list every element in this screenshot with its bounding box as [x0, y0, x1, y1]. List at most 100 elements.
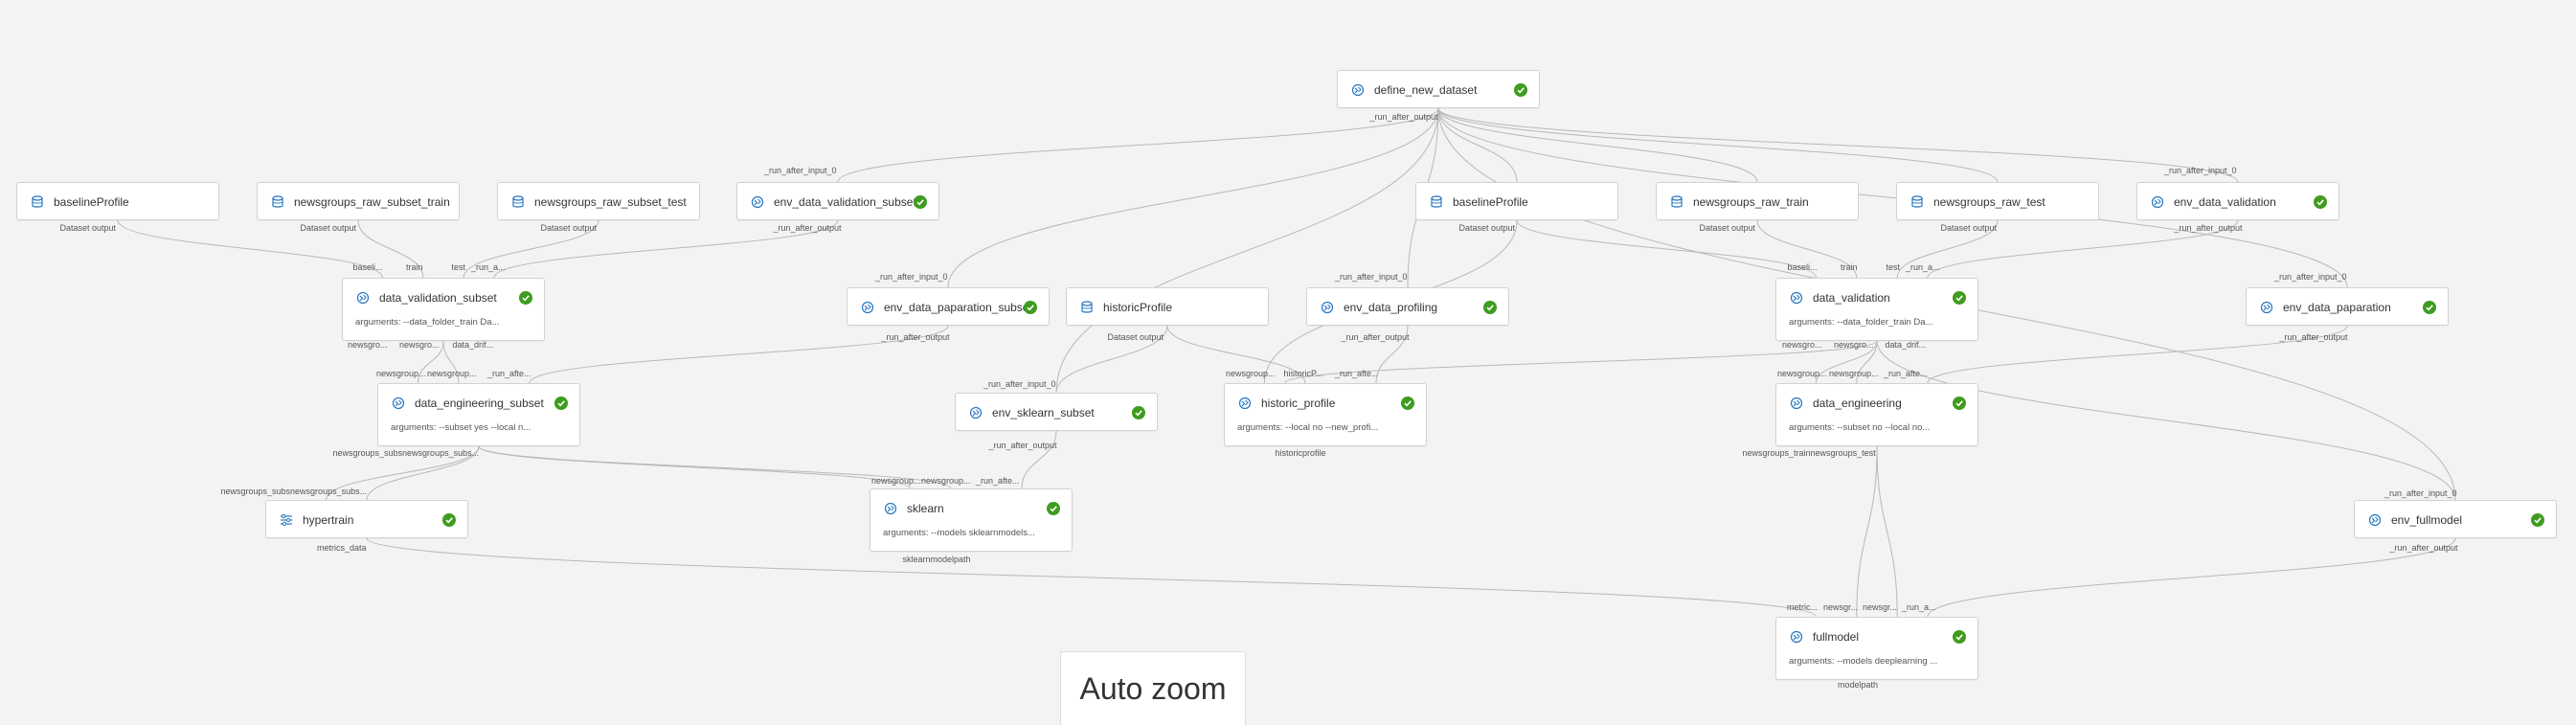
- node-env-data-profiling[interactable]: env_data_profiling: [1306, 287, 1509, 326]
- port-label: newsgro...: [1782, 340, 1822, 350]
- node-hypertrain[interactable]: hypertrain: [265, 500, 468, 538]
- component-icon: [1350, 82, 1366, 98]
- node-env-data-paparation[interactable]: env_data_paparation: [2246, 287, 2449, 326]
- port-label: metric...: [1787, 602, 1819, 612]
- port-label: newsgroup...: [427, 369, 477, 378]
- port-label: data_drif...: [1885, 340, 1927, 350]
- node-title: data_engineering: [1813, 396, 1902, 410]
- port-label: baseli...: [1787, 262, 1818, 272]
- edge-hypertrain-to-fullmodel: [366, 537, 1817, 618]
- status-success-icon: [1024, 301, 1037, 314]
- edge-data_engineering_subset-to-sklearn: [478, 445, 911, 489]
- status-success-icon: [519, 291, 532, 305]
- component-icon: [2259, 300, 2274, 315]
- status-success-icon: [2531, 513, 2544, 527]
- edge-define_new_dataset-to-env_data_paparation_subset: [947, 107, 1439, 288]
- port-label: _run_afte...: [1335, 369, 1379, 378]
- edge-env_fullmodel-to-fullmodel: [1927, 537, 2456, 618]
- port-label: newsgroup...: [921, 476, 971, 486]
- node-title: newsgroups_raw_test: [1933, 195, 2045, 209]
- port-label: newsgroup...: [1829, 369, 1879, 378]
- auto-zoom-label: Auto zoom: [1079, 670, 1227, 706]
- node-env-sklearn-subset[interactable]: env_sklearn_subset: [955, 393, 1158, 431]
- node-data-validation[interactable]: data_validation arguments: --data_folder_…: [1775, 278, 1978, 341]
- port-label: _run_after_input_0: [875, 272, 948, 282]
- port-label: data_drif...: [452, 340, 494, 350]
- port-label: _run_after_input_0: [2164, 166, 2237, 175]
- node-env-fullmodel[interactable]: env_fullmodel: [2354, 500, 2557, 538]
- node-title: newsgroups_raw_subset_train: [294, 195, 450, 209]
- node-data-engineering[interactable]: data_engineering arguments: --subset no -…: [1775, 383, 1978, 446]
- node-arguments: arguments: --data_folder_train Da...: [355, 317, 500, 328]
- port-label: _run_after_input_0: [764, 166, 837, 175]
- status-success-icon: [2314, 195, 2327, 209]
- node-baselineProfile-r[interactable]: baselineProfile: [1415, 182, 1618, 220]
- port-label: _run_after_output: [2174, 223, 2243, 233]
- port-label: baseli...: [352, 262, 383, 272]
- edge-data_engineering-to-fullmodel: [1856, 445, 1878, 618]
- node-title: data_engineering_subset: [415, 396, 544, 410]
- node-title: baselineProfile: [54, 195, 129, 209]
- node-env-data-paparation-subset[interactable]: env_data_paparation_subset: [847, 287, 1050, 326]
- node-newsgroups-raw-subset-train[interactable]: newsgroups_raw_subset_train: [257, 182, 460, 220]
- node-baselineProfile-l[interactable]: baselineProfile: [16, 182, 219, 220]
- node-title: env_fullmodel: [2391, 513, 2463, 527]
- port-label: modelpath: [1838, 680, 1879, 690]
- node-sklearn[interactable]: sklearn arguments: --models sklearnmodels…: [870, 488, 1073, 552]
- dataset-icon: [510, 194, 526, 210]
- status-success-icon: [1953, 396, 1966, 410]
- node-title: hypertrain: [303, 513, 354, 527]
- node-arguments: arguments: --models deeplearning ...: [1789, 656, 1938, 667]
- status-success-icon: [1047, 502, 1060, 515]
- node-data-validation-subset[interactable]: data_validation_subset arguments: --data_…: [342, 278, 545, 341]
- node-title: data_validation: [1813, 291, 1890, 305]
- port-label: newsgroup...: [1226, 369, 1276, 378]
- component-icon: [1789, 629, 1804, 645]
- status-success-icon: [442, 513, 456, 527]
- status-success-icon: [1953, 630, 1966, 644]
- port-label: newsgroup...: [376, 369, 426, 378]
- component-icon: [2367, 512, 2383, 528]
- node-newsgroups-raw-test[interactable]: newsgroups_raw_test: [1896, 182, 2099, 220]
- port-label: train: [406, 262, 423, 272]
- node-env-data-validation[interactable]: env_data_validation: [2136, 182, 2339, 220]
- edge-define_new_dataset-to-env_sklearn_subset: [1055, 107, 1439, 394]
- pipeline-graph-canvas[interactable]: define_new_dataset baselineProfile newsgro…: [0, 0, 2576, 725]
- node-newsgroups-raw-train[interactable]: newsgroups_raw_train: [1656, 182, 1859, 220]
- port-label: _run_after_output: [1341, 332, 1410, 342]
- port-label: historicP...: [1283, 369, 1323, 378]
- port-label: newsgr...: [1823, 602, 1859, 612]
- port-label: _run_after_input_0: [983, 379, 1056, 389]
- port-label: newsgro...: [1834, 340, 1874, 350]
- edge-define_new_dataset-to-env_data_validation_subset: [837, 107, 1439, 183]
- port-label: _run_after_input_0: [1335, 272, 1408, 282]
- node-title: baselineProfile: [1453, 195, 1528, 209]
- port-label: Dataset output: [59, 223, 117, 233]
- status-success-icon: [2423, 301, 2436, 314]
- auto-zoom-button[interactable]: Auto zoom: [1060, 651, 1246, 725]
- status-success-icon: [1514, 83, 1527, 97]
- node-historicProfile[interactable]: historicProfile: [1066, 287, 1269, 326]
- port-label: _run_a...: [471, 262, 506, 272]
- node-title: define_new_dataset: [1374, 83, 1478, 97]
- port-label: test: [1886, 262, 1901, 272]
- port-label: train: [1841, 262, 1858, 272]
- node-title: historicProfile: [1103, 301, 1173, 314]
- node-historic-profile[interactable]: historic_profile arguments: --local no --…: [1224, 383, 1427, 446]
- node-define-new-dataset[interactable]: define_new_dataset: [1337, 70, 1540, 108]
- node-arguments: arguments: --models sklearnmodels...: [883, 528, 1035, 538]
- port-label: newsgro...: [348, 340, 388, 350]
- port-label: _run_after_input_0: [2274, 272, 2347, 282]
- node-newsgroups-raw-subset-test[interactable]: newsgroups_raw_subset_test: [497, 182, 700, 220]
- component-icon: [1789, 290, 1804, 306]
- node-title: newsgroups_raw_subset_test: [534, 195, 687, 209]
- port-label: historicprofile: [1275, 448, 1326, 458]
- port-label: test: [451, 262, 466, 272]
- node-env-data-validation-subset[interactable]: env_data_validation_subset: [736, 182, 939, 220]
- node-arguments: arguments: --local no --new_profi...: [1237, 422, 1379, 433]
- node-data-engineering-subset[interactable]: data_engineering_subset arguments: --subs…: [377, 383, 580, 446]
- node-title: newsgroups_raw_train: [1693, 195, 1809, 209]
- node-fullmodel[interactable]: fullmodel arguments: --models deeplearnin…: [1775, 617, 1978, 680]
- port-label: _run_a...: [1902, 602, 1936, 612]
- port-label: _run_a...: [1906, 262, 1940, 272]
